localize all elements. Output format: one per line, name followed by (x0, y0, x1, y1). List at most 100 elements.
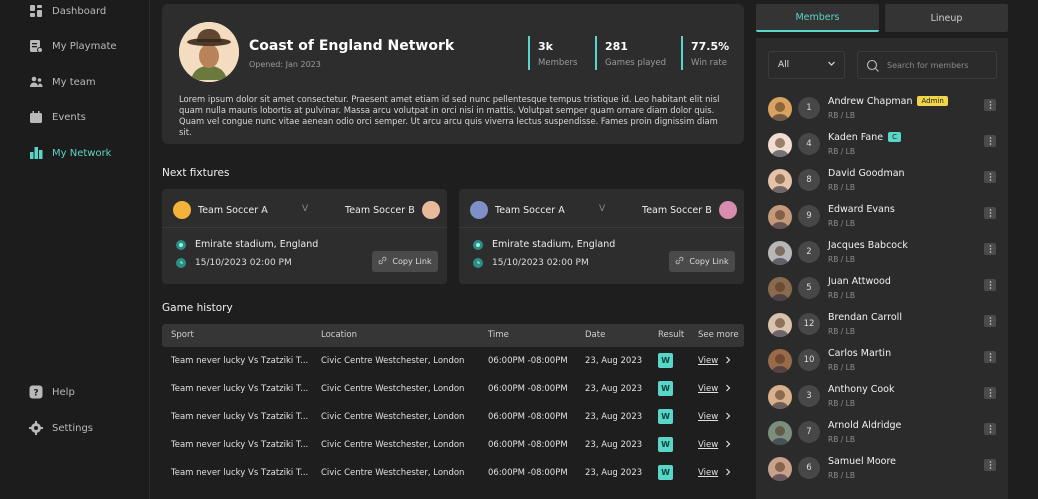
table-row: Team never lucky Vs Tzatziki T... Civic C… (162, 347, 744, 375)
tab-members[interactable]: Members (756, 4, 879, 32)
avatar (768, 97, 792, 121)
column-header-time: Time (488, 330, 509, 340)
more-options-icon[interactable] (984, 243, 996, 255)
fixture-teams: Team Soccer A V Team Soccer B (459, 199, 744, 221)
team-logo-icon (421, 201, 440, 219)
search-input[interactable] (887, 58, 992, 73)
member-number: 10 (798, 349, 820, 371)
section-title-game-history: Game history (162, 302, 233, 314)
cell-result: W (658, 347, 673, 375)
more-options-icon[interactable] (984, 315, 996, 327)
sidebar-item-settings[interactable]: Settings (29, 419, 93, 437)
view-link[interactable]: View (698, 459, 732, 487)
view-link[interactable]: View (698, 431, 732, 459)
member-name: Carlos Martin (828, 348, 891, 359)
member-list-item[interactable]: 4 Kaden Fane C RB / LB (768, 130, 998, 160)
avatar (768, 313, 792, 337)
fixture-location: Emirate stadium, England (176, 239, 318, 250)
tab-lineup[interactable]: Lineup (885, 4, 1008, 32)
member-number: 8 (798, 169, 820, 191)
help-icon: ? (29, 385, 43, 399)
cell-date: 23, Aug 2023 (585, 384, 643, 394)
result-badge: W (658, 437, 673, 452)
member-role-badge: C (888, 132, 901, 142)
home-team-name: Team Soccer A (198, 204, 268, 216)
chevron-right-icon (721, 384, 732, 394)
cell-time: 06:00PM -08:00PM (488, 356, 568, 366)
avatar (768, 241, 792, 265)
chevron-right-icon (721, 468, 732, 478)
member-list-item[interactable]: 5 Juan Attwood RB / LB (768, 274, 998, 304)
view-link-label: View (698, 356, 719, 366)
member-list-item[interactable]: 6 Samuel Moore RB / LB (768, 454, 998, 484)
member-list-item[interactable]: 2 Jacques Babcock RB / LB (768, 238, 998, 268)
away-team-name: Team Soccer B (642, 204, 712, 216)
more-options-icon[interactable] (984, 351, 996, 363)
more-options-icon[interactable] (984, 171, 996, 183)
fixture-card: Team Soccer A V Team Soccer B Emirate st… (459, 189, 744, 284)
sidebar-item-events[interactable]: Events (29, 108, 86, 126)
member-list-item[interactable]: 1 Andrew Chapman Admin RB / LB (768, 94, 998, 124)
member-position: RB / LB (828, 363, 855, 372)
sidebar-item-help[interactable]: ? Help (29, 383, 75, 401)
page-scrollbar[interactable] (1012, 0, 1038, 499)
member-name-text: Jacques Babcock (828, 240, 908, 251)
member-list-item[interactable]: 7 Arnold Aldridge RB / LB (768, 418, 998, 448)
cell-date: 23, Aug 2023 (585, 468, 643, 478)
member-number: 2 (798, 241, 820, 263)
more-options-icon[interactable] (984, 387, 996, 399)
network-profile-card: Coast of England Network Opened: Jan 202… (162, 4, 744, 144)
member-name: Samuel Moore (828, 456, 896, 467)
copy-link-button[interactable]: Copy Link (372, 251, 438, 272)
cell-date: 23, Aug 2023 (585, 412, 643, 422)
view-link-label: View (698, 468, 719, 478)
search-icon (866, 58, 880, 77)
more-options-icon[interactable] (984, 207, 996, 219)
more-options-icon[interactable] (984, 423, 996, 435)
view-link[interactable]: View (698, 403, 732, 431)
team-logo-icon (173, 201, 191, 219)
sidebar-item-my-network[interactable]: My Network (29, 144, 111, 162)
member-role-badge: Admin (917, 96, 948, 106)
member-list-item[interactable]: 3 Anthony Cook RB / LB (768, 382, 998, 412)
member-list-item[interactable]: 12 Brendan Carroll RB / LB (768, 310, 998, 340)
member-list-item[interactable]: 8 David Goodman RB / LB (768, 166, 998, 196)
link-icon (378, 256, 387, 267)
table-row: Team never lucky Vs Tzatziki T... Civic C… (162, 375, 744, 403)
fixture-teams: Team Soccer A V Team Soccer B (162, 199, 447, 221)
more-options-icon[interactable] (984, 135, 996, 147)
chevron-right-icon (721, 412, 732, 422)
member-filter-select[interactable]: All (768, 51, 845, 79)
sidebar-item-my-playmate[interactable]: My Playmate (29, 37, 117, 55)
cell-time: 06:00PM -08:00PM (488, 412, 568, 422)
calendar-icon (29, 110, 43, 124)
sidebar-item-my-team[interactable]: My team (29, 73, 96, 91)
copy-link-button[interactable]: Copy Link (669, 251, 735, 272)
network-description: Lorem ipsum dolor sit amet consectetur. … (179, 94, 720, 137)
cell-time: 06:00PM -08:00PM (488, 468, 568, 478)
member-position: RB / LB (828, 399, 855, 408)
member-list-item[interactable]: 9 Edward Evans RB / LB (768, 202, 998, 232)
gear-icon (29, 421, 43, 435)
main-content: Coast of England Network Opened: Jan 202… (150, 0, 754, 499)
stat-value: 281 (605, 40, 628, 53)
cell-location: Civic Centre Westchester, London (321, 468, 465, 478)
member-name: David Goodman (828, 168, 905, 179)
view-link[interactable]: View (698, 347, 732, 375)
more-options-icon[interactable] (984, 279, 996, 291)
location-text: Emirate stadium, England (195, 239, 319, 250)
view-link[interactable]: View (698, 375, 732, 403)
member-list-item[interactable]: 10 Carlos Martin RB / LB (768, 346, 998, 376)
versus-label: V (302, 204, 309, 214)
away-team-name: Team Soccer B (345, 204, 415, 216)
more-options-icon[interactable] (984, 99, 996, 111)
table-row: Team never lucky Vs Tzatziki T... Civic C… (162, 403, 744, 431)
member-name-text: Brendan Carroll (828, 312, 902, 323)
home-team-name: Team Soccer A (495, 204, 565, 216)
clock-icon (176, 258, 186, 268)
more-options-icon[interactable] (984, 459, 996, 471)
location-text: Emirate stadium, England (492, 239, 616, 250)
avatar (768, 205, 792, 229)
cell-time: 06:00PM -08:00PM (488, 440, 568, 450)
sidebar-item-dashboard[interactable]: Dashboard (29, 2, 106, 20)
